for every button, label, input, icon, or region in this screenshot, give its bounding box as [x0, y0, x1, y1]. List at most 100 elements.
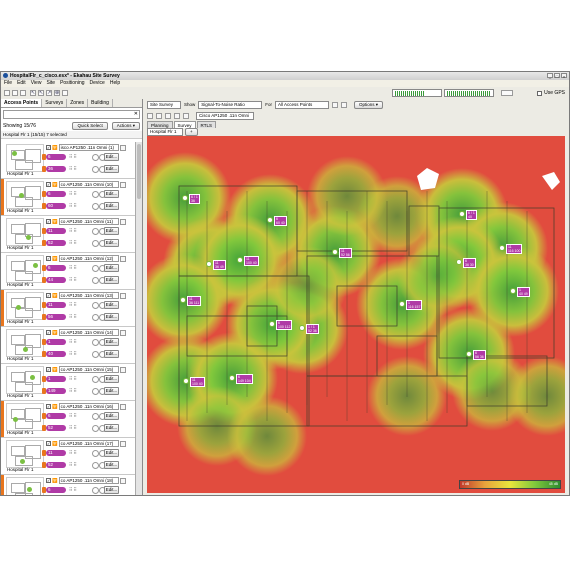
ap-edit-button[interactable]: Edit... [104, 449, 119, 457]
ap-list-row[interactable]: Hospital Flr 1 ✓ 🛜 co AP1250 .11n Omni (… [1, 179, 135, 216]
ap-radio-toggle[interactable] [92, 277, 99, 284]
ap-edit-button[interactable]: Edit... [104, 486, 119, 494]
ap-name-field[interactable]: co AP1250 .11n Omni (15) [58, 366, 119, 373]
ap-lock-icon[interactable] [119, 218, 126, 225]
access-point-icon[interactable] [459, 211, 465, 217]
route-tool-icon[interactable]: ↗ [46, 90, 52, 96]
menu-edit[interactable]: Edit [17, 80, 26, 87]
ap-name-field[interactable]: co AP1250 .11n Omni (18) [58, 477, 119, 484]
search-input[interactable]: ✕ [3, 110, 140, 119]
access-point-icon[interactable] [510, 288, 516, 294]
access-point-icon[interactable] [229, 375, 235, 381]
ap-edit-button[interactable]: Edit... [104, 424, 119, 432]
place-ap-icon[interactable] [183, 112, 189, 119]
ap-name-field[interactable]: co AP1250 .11n Omni (14) [58, 329, 119, 336]
ap-visible-checkbox[interactable]: ✓ [46, 182, 51, 187]
ap-radio-toggle[interactable] [92, 265, 99, 272]
use-gps-checkbox[interactable] [537, 90, 543, 96]
ap-name-field[interactable]: co AP1250 .11n Omni (16) [58, 403, 119, 410]
close-button[interactable]: × [561, 73, 567, 79]
floor-group-header[interactable]: Hospital Flr 1 (15/15) 7 selected [1, 131, 142, 139]
survey-tool-icon[interactable]: ↖ [38, 90, 44, 96]
ap-radio-toggle[interactable] [92, 154, 99, 161]
ap-visible-checkbox[interactable]: ✓ [46, 404, 51, 409]
ap-radio-toggle[interactable] [92, 450, 99, 457]
ap-lock-icon[interactable] [119, 329, 126, 336]
open-icon[interactable] [12, 90, 18, 96]
zoom-icon[interactable]: ⊕ [54, 90, 60, 96]
ap-radio-toggle[interactable] [92, 351, 99, 358]
ap-lock-icon[interactable] [119, 181, 126, 188]
view-select[interactable]: Site Survey [147, 100, 181, 109]
ap-radio-toggle[interactable] [92, 228, 99, 235]
ap-visible-checkbox[interactable]: ✓ [46, 330, 51, 335]
menu-device[interactable]: Device [90, 80, 105, 87]
ap-channel-5-badge[interactable]: 36 [42, 166, 66, 172]
ap-list-row[interactable]: Hospital Flr 1 ✓ 🛜 co AP1250 .11n Omni (… [1, 438, 135, 475]
ap-visible-checkbox[interactable]: ✓ [46, 367, 51, 372]
ap-edit-button[interactable]: Edit... [104, 202, 119, 210]
ap-radio-toggle[interactable] [92, 425, 99, 432]
ap-list-row[interactable]: Hospital Flr 1 ✓ 🛜 co AP1250 .11n Omni (… [1, 401, 135, 438]
ap-channel-24-badge[interactable]: 11 [42, 228, 66, 234]
save-icon[interactable] [20, 90, 26, 96]
add-floor-button[interactable]: + [185, 127, 198, 136]
ap-lock-icon[interactable] [119, 403, 126, 410]
ap-lock-icon[interactable] [119, 477, 126, 484]
ap-list-row[interactable]: Hospital Flr 1 ✓ 🛜 co AP1250 .11n Omni (… [1, 364, 135, 401]
menu-site[interactable]: Site [46, 80, 55, 87]
wall-tool-icon[interactable] [156, 112, 162, 119]
ap-edit-button[interactable]: Edit... [104, 387, 119, 395]
ap-channel-24-badge[interactable]: 1 [42, 339, 66, 345]
menu-help[interactable]: Help [110, 80, 120, 87]
ap-edit-button[interactable]: Edit... [104, 153, 119, 161]
ap-channel-24-badge[interactable]: 6 [42, 154, 66, 160]
menu-file[interactable]: File [4, 80, 12, 87]
ap-lock-icon[interactable] [119, 292, 126, 299]
pointer-icon[interactable]: ↖ [30, 90, 36, 96]
ap-radio-toggle[interactable] [92, 240, 99, 247]
ap-visible-checkbox[interactable]: ✓ [46, 219, 51, 224]
ap-channel-24-badge[interactable]: 6 [42, 487, 66, 493]
ap-lock-icon[interactable] [119, 440, 126, 447]
ap-channel-5-badge[interactable]: 60 [42, 203, 66, 209]
ap-channel-5-badge[interactable]: 56 [42, 314, 66, 320]
ap-edit-button[interactable]: Edit... [104, 165, 119, 173]
access-point-icon[interactable] [332, 249, 338, 255]
ap-list-row[interactable]: Hospital Flr 1 ✓ 🛜 co AP1250 .11n Omni (… [1, 327, 135, 364]
tab-rtls[interactable]: RTLS [196, 121, 216, 128]
ap-edit-button[interactable]: Edit... [104, 264, 119, 272]
access-point-icon[interactable] [206, 261, 212, 267]
ap-radio-toggle[interactable] [92, 376, 99, 383]
maximize-button[interactable]: □ [554, 73, 560, 79]
for-select[interactable]: All Access Points [275, 100, 330, 109]
visibility-icon[interactable] [341, 101, 348, 108]
access-point-icon[interactable] [456, 259, 462, 265]
tab-zones[interactable]: Zones [67, 99, 89, 107]
settings-icon[interactable] [62, 90, 68, 96]
ap-channel-5-badge[interactable]: 52 [42, 462, 66, 468]
measure-tool-icon[interactable] [174, 112, 180, 119]
ap-edit-button[interactable]: Edit... [104, 239, 119, 247]
minimize-button[interactable]: _ [547, 73, 553, 79]
ap-lock-icon[interactable] [119, 366, 126, 373]
access-point-icon[interactable] [466, 351, 472, 357]
floor-select[interactable]: Hospital Flr 1 [147, 127, 183, 136]
ap-list-row[interactable]: Hospital Flr 1 ✓ 🛜 co AP1250 .11n Omni (… [1, 253, 135, 290]
options-button[interactable]: Options ▾ [354, 100, 384, 109]
ap-edit-button[interactable]: Edit... [104, 301, 119, 309]
ap-channel-24-badge[interactable]: 11 [42, 450, 66, 456]
ap-radio-toggle[interactable] [92, 302, 99, 309]
ap-lock-icon[interactable] [119, 144, 126, 151]
ap-list-row[interactable]: Hospital Flr 1 ✓ 🛜 co AP1250 .11n Omni (… [1, 216, 135, 253]
ap-visible-checkbox[interactable]: ✓ [46, 293, 51, 298]
ap-edit-button[interactable]: Edit... [104, 227, 119, 235]
ap-radio-toggle[interactable] [92, 191, 99, 198]
quick-select-button[interactable]: Quick Select [72, 122, 108, 130]
tab-access-points[interactable]: Access Points [1, 99, 43, 107]
menu-positioning[interactable]: Positioning [60, 80, 84, 87]
list-scrollbar[interactable] [135, 142, 142, 495]
ap-name-field[interactable]: co AP1250 .11n Omni (10) [58, 181, 119, 188]
ap-visible-checkbox[interactable]: ✓ [46, 441, 51, 446]
ap-name-field[interactable]: isco AP1250 .11n Omni (1) [58, 144, 119, 151]
